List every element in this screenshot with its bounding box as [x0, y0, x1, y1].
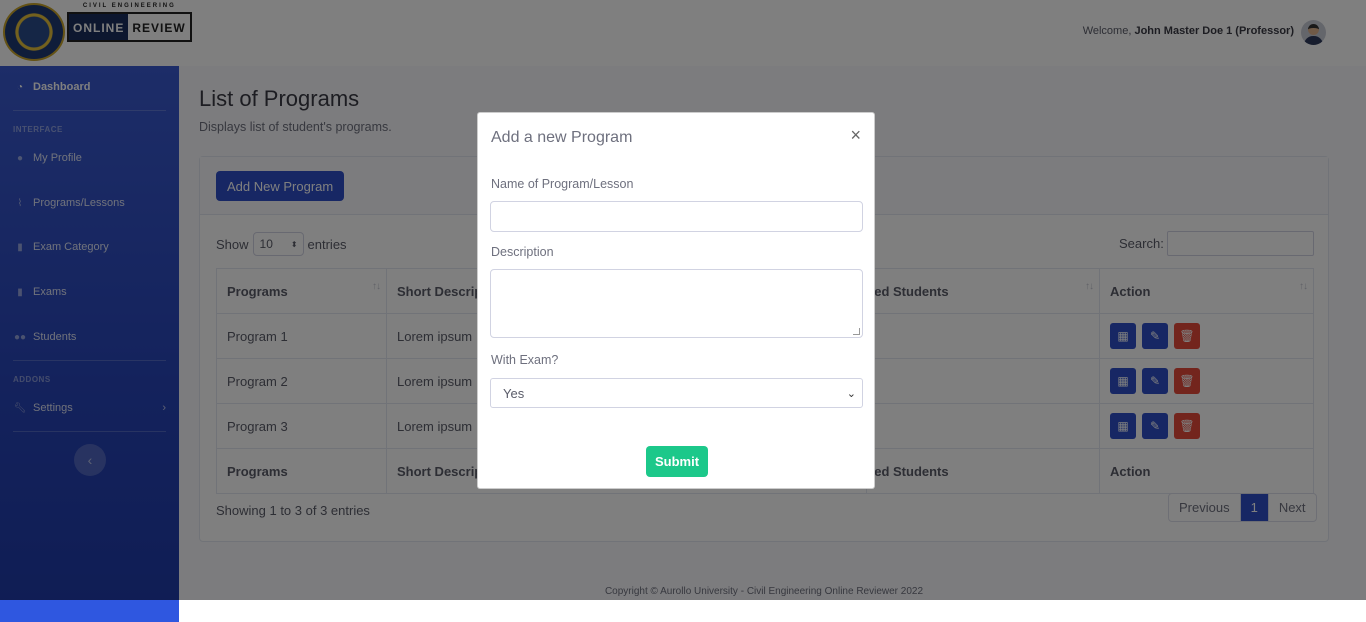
description-label: Description: [491, 245, 554, 259]
with-exam-select[interactable]: Yes ⌄: [490, 378, 863, 408]
program-name-input[interactable]: [490, 201, 863, 232]
program-name-label: Name of Program/Lesson: [491, 177, 634, 191]
resize-handle-icon[interactable]: [853, 328, 860, 335]
add-program-modal: Add a new Program × Name of Program/Less…: [477, 112, 875, 489]
chevron-down-icon: ⌄: [846, 387, 856, 400]
description-textarea[interactable]: [490, 269, 863, 338]
with-exam-label: With Exam?: [491, 353, 559, 367]
modal-title: Add a new Program: [491, 129, 633, 146]
sidebar-bottom-strip: [0, 600, 179, 622]
submit-button[interactable]: Submit: [646, 446, 708, 477]
close-icon[interactable]: ×: [850, 125, 861, 146]
